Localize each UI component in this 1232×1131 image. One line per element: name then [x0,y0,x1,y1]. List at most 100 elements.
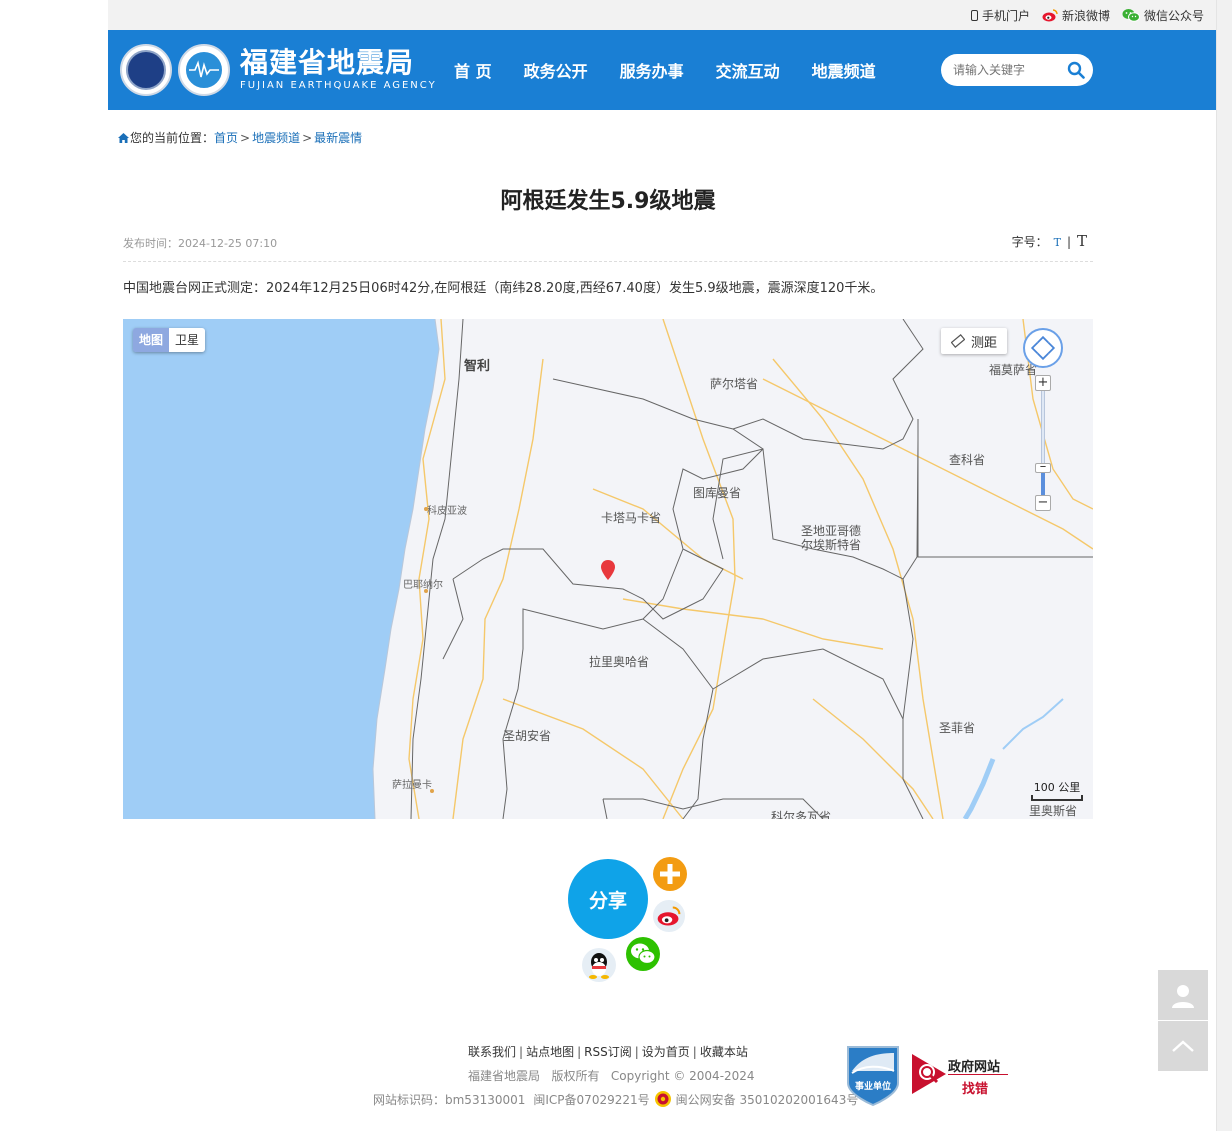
site-logo[interactable]: 福建省地震局 FUJIAN EARTHQUAKE AGENCY [120,40,437,100]
map-scale-label: 100 公里 [1033,781,1081,794]
fjea-logo [178,44,230,96]
zoom-out-button[interactable]: − [1035,495,1051,511]
weibo-icon [1042,8,1058,21]
breadcrumb-separator: > [302,130,313,145]
gov-site-divider [948,1074,1008,1075]
logo-english-name: FUJIAN EARTHQUAKE AGENCY [240,80,437,91]
map-label-catamarca: 卡塔马卡省 [601,511,662,525]
share-qq-icon[interactable] [581,947,617,983]
pan-control-icon[interactable] [1023,328,1063,368]
font-small-button[interactable]: T [1054,236,1061,249]
share-more-icon[interactable] [652,856,688,892]
nav-interaction[interactable]: 交流互动 [716,58,780,82]
zoom-slider-handle[interactable]: – [1035,460,1051,473]
home-icon [118,132,129,143]
breadcrumb-home[interactable]: 首页 [214,129,238,146]
zoom-control: + – − [1035,375,1051,513]
ruler-icon [950,334,965,348]
wechat-link[interactable]: 微信公众号 [1122,7,1204,24]
share-wechat-icon[interactable] [625,936,661,972]
map-label-santa-fe: 圣菲省 [939,721,976,735]
footer-icp-link[interactable]: 闽ICP备07029221号 [533,1091,649,1108]
map-scale: 100 公里 [1031,779,1083,801]
badge-unit-label: 事业单位 [855,1082,892,1092]
footer-police-record-link[interactable]: 闽公网安备 35010202001643号 [676,1091,859,1108]
map-label-tucuman: 图库曼省 [693,486,742,500]
breadcrumb-latest-quakes[interactable]: 最新震情 [314,129,362,146]
map-label-chile: 智利 [464,359,491,374]
map-label-salta: 萨尔塔省 [710,377,759,391]
wechat-icon [1122,9,1140,22]
footer-registration: 网站标识码：bm53130001 闽ICP备07029221号 闽公网安备 35… [373,1090,858,1108]
map-label-la-rioja: 拉里奥哈省 [589,655,650,669]
nav-government-affairs[interactable]: 政务公开 [524,58,588,82]
font-large-button[interactable]: T [1077,232,1087,250]
epicenter-map[interactable]: 智利 萨尔塔省 福莫萨省 查科省 图库曼省 卡塔马卡省 圣地亚哥德 尔埃斯特省 … [123,319,1093,819]
find-error-label: 找错 [962,1082,989,1097]
weibo-link[interactable]: 新浪微博 [1042,7,1110,24]
back-to-top-button[interactable] [1158,1021,1208,1071]
footer-copyright: 福建省地震局 版权所有 Copyright © 2004-2024 [468,1069,755,1083]
breadcrumb: 您的当前位置： 首页 > 地震频道 > 最新震情 [118,129,362,146]
zoom-in-button[interactable]: + [1035,375,1051,391]
city-dot-copiapo [424,507,428,511]
phone-icon [970,9,978,21]
measure-distance-button[interactable]: 测距 [941,328,1007,354]
map-label-entre-rios: 里奥斯省 [1029,804,1078,818]
seal-emblem-icon [126,50,166,90]
fjea-wave-icon [184,50,224,90]
map-type-satellite-button[interactable]: 卫星 [169,328,206,352]
epicenter-marker-icon[interactable] [601,560,615,580]
map-type-switcher: 地图 卫星 [133,328,206,352]
footer-site-id: 网站标识码：bm53130001 [373,1092,526,1107]
agency-seal-logo [120,44,172,96]
footer-contact-link[interactable]: 联系我们 [468,1045,516,1059]
mobile-portal-link[interactable]: 手机门户 [970,7,1030,24]
publish-time: 2024-12-25 07:10 [178,237,278,250]
gov-site-magnifier-icon [912,1054,946,1094]
publish-label: 发布时间： [123,237,178,250]
map-label-copiapo: 科皮亚波 [427,506,467,517]
map-label-salamanca: 萨拉曼卡 [392,780,432,791]
share-button[interactable]: 分享 [568,859,648,939]
footer-rss-link[interactable]: RSS订阅 [584,1045,632,1059]
weibo-label: 新浪微博 [1061,8,1110,23]
map-label-cordoba: 科尔多瓦省 [771,810,832,819]
footer-set-homepage-link[interactable]: 设为首页 [642,1045,690,1059]
measure-distance-label: 测距 [970,335,997,351]
top-utility-bar: 手机门户 新浪微博 微信公众号 [108,0,1216,30]
page-scrollbar[interactable] [1216,0,1232,1131]
public-institution-badge-icon[interactable] [846,1043,900,1107]
user-icon [1172,985,1194,1008]
seismic-wave-icon [189,60,219,78]
share-weibo-icon[interactable] [652,899,686,933]
police-badge-icon [654,1091,671,1107]
nav-earthquake-channel[interactable]: 地震频道 [812,58,876,82]
footer-bookmark-link[interactable]: 收藏本站 [700,1045,748,1059]
footer-link-separator: | [577,1045,582,1059]
article-title: 阿根廷发生5.9级地震 [500,189,716,214]
logo-text: 福建省地震局 FUJIAN EARTHQUAKE AGENCY [240,47,437,93]
map-label-san-juan: 圣胡安省 [503,729,552,743]
user-center-button[interactable] [1158,970,1208,1020]
font-size-separator: | [1066,235,1071,249]
search-box [941,54,1093,86]
breadcrumb-earthquake-channel[interactable]: 地震频道 [252,129,300,146]
footer-links: 联系我们 | 站点地图 | RSS订阅 | 设为首页 | 收藏本站 [468,1043,748,1060]
search-input[interactable] [953,60,1063,80]
publish-info: 发布时间：2024-12-25 07:10 [123,235,277,251]
search-icon[interactable] [1067,61,1085,79]
font-size-label: 字号： [1011,235,1048,249]
map-type-map-button[interactable]: 地图 [133,328,170,352]
nav-services[interactable]: 服务办事 [620,58,684,82]
city-dot-salamanca [430,789,434,793]
article-body: 中国地震台网正式测定：2024年12月25日06时42分,在阿根廷（南纬28.2… [123,281,884,296]
nav-home[interactable]: 首 页 [454,58,492,82]
footer-sitemap-link[interactable]: 站点地图 [526,1045,574,1059]
logo-chinese-name: 福建省地震局 [240,46,415,79]
article-meta: 发布时间：2024-12-25 07:10 字号： T | T [123,232,1093,262]
gov-website-error-report-badge[interactable]: 政府网站 找错 [910,1050,1010,1098]
footer-link-separator: | [692,1045,697,1059]
mobile-portal-label: 手机门户 [981,8,1030,23]
map-scale-bar [1031,795,1083,801]
